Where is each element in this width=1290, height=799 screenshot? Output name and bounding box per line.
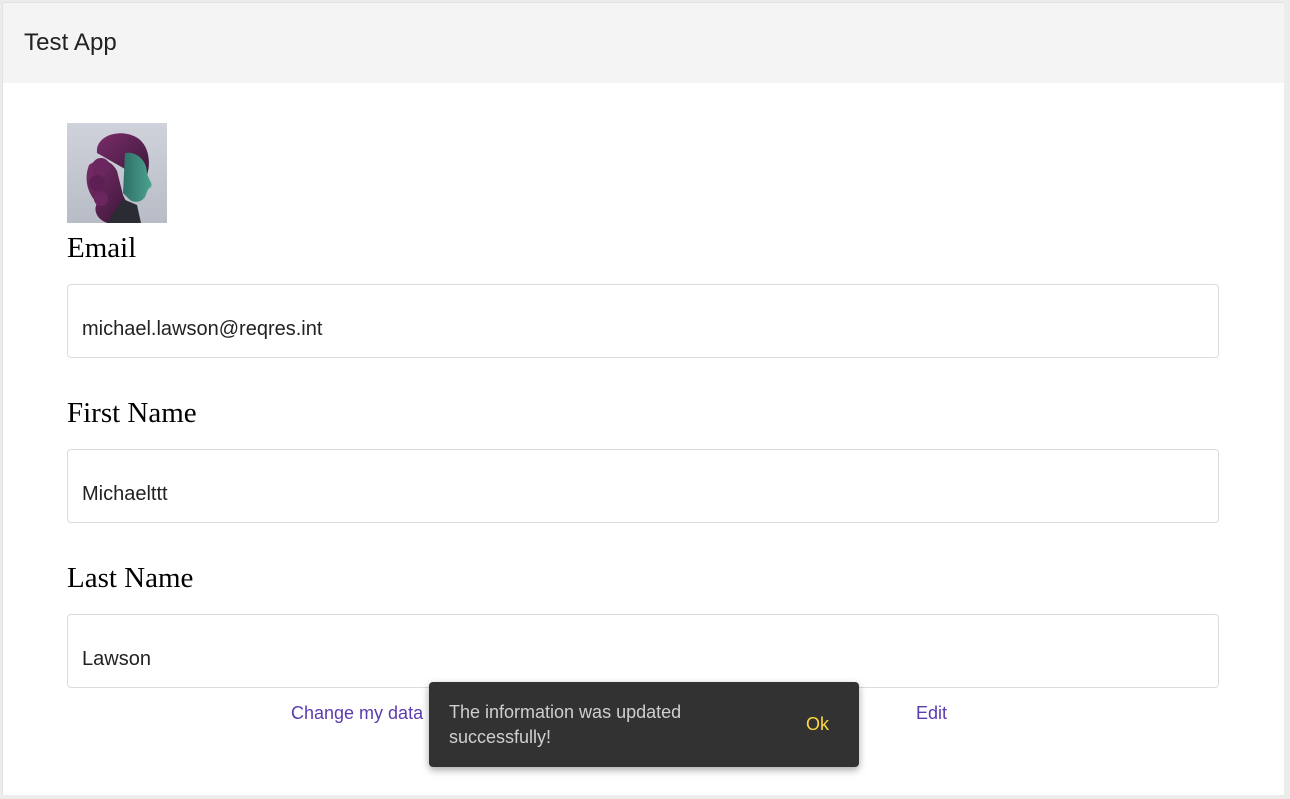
last-name-value: Lawson	[82, 648, 151, 670]
email-value: michael.lawson@reqres.int	[82, 318, 323, 340]
last-name-label: Last Name	[67, 562, 194, 594]
snackbar-ok-button[interactable]: Ok	[796, 708, 839, 741]
app-title: Test App	[24, 29, 117, 56]
email-label: Email	[67, 232, 137, 264]
first-name-value: Michaelttt	[82, 483, 168, 505]
app-header: Test App	[3, 3, 1284, 83]
change-my-data-link[interactable]: Change my data	[291, 703, 423, 724]
last-name-field[interactable]: Lawson	[67, 614, 1219, 688]
email-field[interactable]: michael.lawson@reqres.int	[67, 284, 1219, 358]
snackbar: The information was updated successfully…	[429, 682, 859, 767]
profile-form: Email michael.lawson@reqres.int First Na…	[67, 123, 1219, 688]
edit-link[interactable]: Edit	[916, 703, 947, 724]
app-frame: Test App Email michael.lawson@reqres.int…	[2, 2, 1284, 795]
first-name-field[interactable]: Michaelttt	[67, 449, 1219, 523]
snackbar-message: The information was updated successfully…	[449, 701, 682, 747]
avatar	[67, 123, 167, 223]
first-name-label: First Name	[67, 397, 197, 429]
